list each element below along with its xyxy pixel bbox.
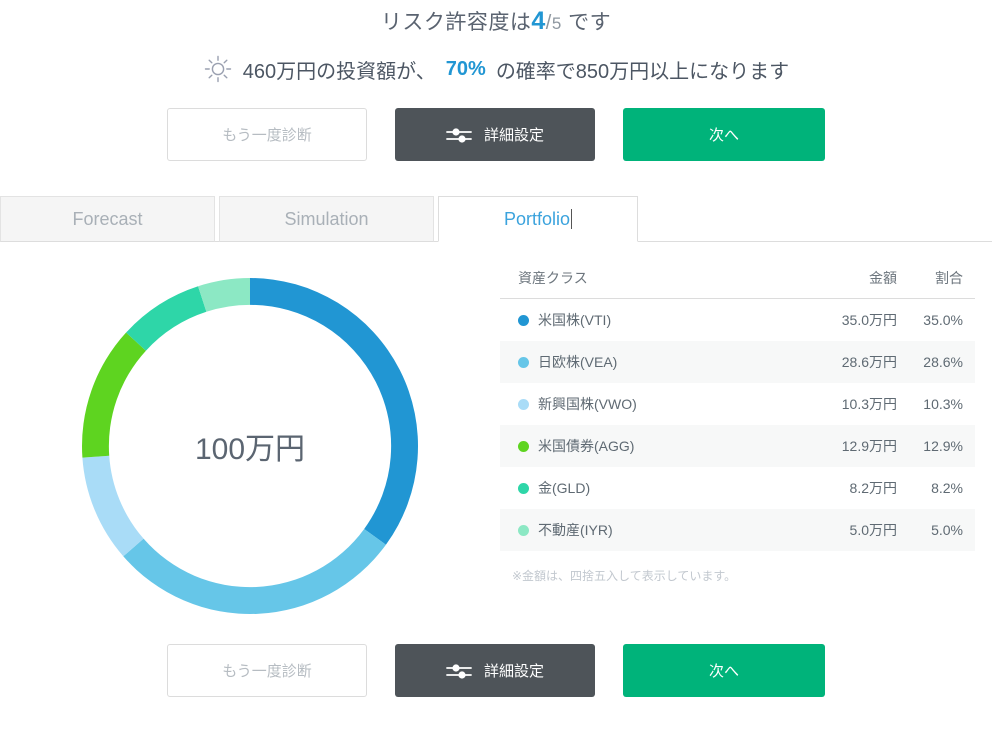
- cell-asset-class: 不動産(IYR): [500, 509, 787, 551]
- forecast-text-part1: 460万円の投資額が、: [242, 60, 436, 83]
- donut-slice: [123, 528, 386, 614]
- cell-asset-class: 米国株(VTI): [500, 299, 787, 342]
- legend-dot-icon: [518, 483, 529, 494]
- cell-asset-class: 新興国株(VWO): [500, 383, 787, 425]
- next-label-bottom: 次へ: [708, 663, 739, 680]
- retry-diagnosis-label: もう一度診断: [222, 127, 312, 144]
- risk-suffix: です: [568, 11, 612, 34]
- table-row: 日欧株(VEA) 28.6万円 28.6%: [500, 341, 975, 383]
- portfolio-panel: 100万円 資産クラス 金額 割合 米国株(VTI) 35.0万円 35.0% 日欧株…: [0, 242, 992, 626]
- asset-class-label: 不動産(IYR): [538, 522, 613, 538]
- page-root: リスク許容度は4/5 です 460万円の投資額が、 70% の確率で850万円以上に…: [0, 0, 992, 744]
- asset-class-label: 新興国株(VWO): [538, 396, 637, 412]
- legend-dot-icon: [518, 357, 529, 368]
- risk-prefix: リスク許容度は: [380, 11, 532, 34]
- detail-settings-label-bottom: 詳細設定: [483, 663, 544, 680]
- legend-dot-icon: [518, 399, 529, 410]
- cell-asset-class: 米国債券(AGG): [500, 425, 787, 467]
- detail-settings-button[interactable]: 詳細設定: [395, 108, 595, 161]
- rounding-note: ※金額は、四捨五入して表示しています。: [512, 569, 737, 583]
- tab-forecast-label: Forecast: [72, 208, 143, 229]
- cell-ratio: 28.6%: [897, 341, 975, 383]
- cell-asset-class: 日欧株(VEA): [500, 341, 787, 383]
- donut-slice: [126, 286, 207, 351]
- cell-amount: 35.0万円: [841, 312, 897, 328]
- allocation-table-column: 資産クラス 金額 割合 米国株(VTI) 35.0万円 35.0% 日欧株(VEA) 2…: [500, 254, 992, 584]
- donut-chart: 100万円: [70, 266, 430, 626]
- table-row: 米国債券(AGG) 12.9万円 12.9%: [500, 425, 975, 467]
- table-header-row: 資産クラス 金額 割合: [500, 262, 975, 299]
- donut-chart-column: 100万円: [0, 254, 500, 626]
- donut-slice: [250, 278, 419, 545]
- next-label: 次へ: [708, 127, 739, 144]
- table-row: 新興国株(VWO) 10.3万円 10.3%: [500, 383, 975, 425]
- table-row: 金(GLD) 8.2万円 8.2%: [500, 467, 975, 509]
- header-ratio: 割合: [897, 262, 975, 299]
- tab-forecast[interactable]: Forecast: [0, 196, 215, 242]
- cell-ratio: 12.9%: [897, 425, 975, 467]
- page-title: リスク許容度は4/5 です: [0, 0, 992, 36]
- cell-amount: 28.6万円: [787, 341, 897, 383]
- header-amount: 金額: [787, 262, 897, 299]
- cell-amount: 8.2万円: [849, 480, 897, 496]
- legend-dot-icon: [518, 525, 529, 536]
- donut-slice: [82, 455, 144, 557]
- legend-dot-icon: [518, 315, 529, 326]
- donut-slice: [198, 278, 250, 312]
- detail-settings-button-bottom[interactable]: 詳細設定: [395, 644, 595, 697]
- sun-icon: [204, 55, 231, 83]
- next-button[interactable]: 次へ: [623, 108, 825, 161]
- risk-value: 4: [531, 7, 546, 35]
- retry-diagnosis-label-bottom: もう一度診断: [222, 663, 312, 680]
- action-button-row-top: もう一度診断 詳細設定 次へ: [0, 108, 992, 161]
- forecast-probability: 70%: [445, 57, 486, 80]
- cell-ratio: 8.2%: [931, 480, 963, 496]
- sliders-icon: [446, 127, 472, 143]
- header-asset-class: 資産クラス: [500, 262, 787, 299]
- cell-ratio: 5.0%: [897, 509, 975, 551]
- forecast-summary: 460万円の投資額が、 70% の確率で850万円以上になります: [0, 54, 992, 84]
- legend-dot-icon: [518, 441, 529, 452]
- retry-diagnosis-button[interactable]: もう一度診断: [167, 108, 367, 161]
- asset-class-label: 米国株(VTI): [538, 312, 612, 328]
- cell-ratio: 35.0%: [923, 312, 963, 328]
- sliders-icon: [446, 663, 472, 679]
- asset-class-label: 日欧株(VEA): [538, 354, 618, 370]
- next-button-bottom[interactable]: 次へ: [623, 644, 825, 697]
- text-cursor: [571, 209, 573, 229]
- tab-simulation[interactable]: Simulation: [219, 196, 434, 242]
- tab-portfolio[interactable]: Portfolio: [438, 196, 638, 242]
- tab-portfolio-label: Portfolio: [503, 208, 571, 229]
- donut-center-label: 100万円: [194, 433, 306, 466]
- cell-amount: 10.3万円: [841, 396, 897, 412]
- cell-amount: 12.9万円: [787, 425, 897, 467]
- action-button-row-bottom: もう一度診断 詳細設定 次へ: [0, 644, 992, 697]
- tab-simulation-label: Simulation: [284, 208, 369, 229]
- allocation-table: 資産クラス 金額 割合 米国株(VTI) 35.0万円 35.0% 日欧株(VEA) 2…: [500, 262, 975, 551]
- asset-class-label: 米国債券(AGG): [538, 438, 635, 454]
- table-row: 不動産(IYR) 5.0万円 5.0%: [500, 509, 975, 551]
- tab-bar: Forecast Simulation Portfolio: [0, 195, 992, 242]
- cell-asset-class: 金(GLD): [500, 467, 787, 509]
- retry-diagnosis-button-bottom[interactable]: もう一度診断: [167, 644, 367, 697]
- forecast-text-part2: の確率で850万円以上になります: [495, 60, 790, 83]
- risk-max: 5: [551, 14, 562, 33]
- cell-ratio: 10.3%: [923, 396, 963, 412]
- detail-settings-label: 詳細設定: [483, 127, 544, 144]
- cell-amount: 5.0万円: [787, 509, 897, 551]
- table-row: 米国株(VTI) 35.0万円 35.0%: [500, 299, 975, 342]
- asset-class-label: 金(GLD): [538, 480, 591, 496]
